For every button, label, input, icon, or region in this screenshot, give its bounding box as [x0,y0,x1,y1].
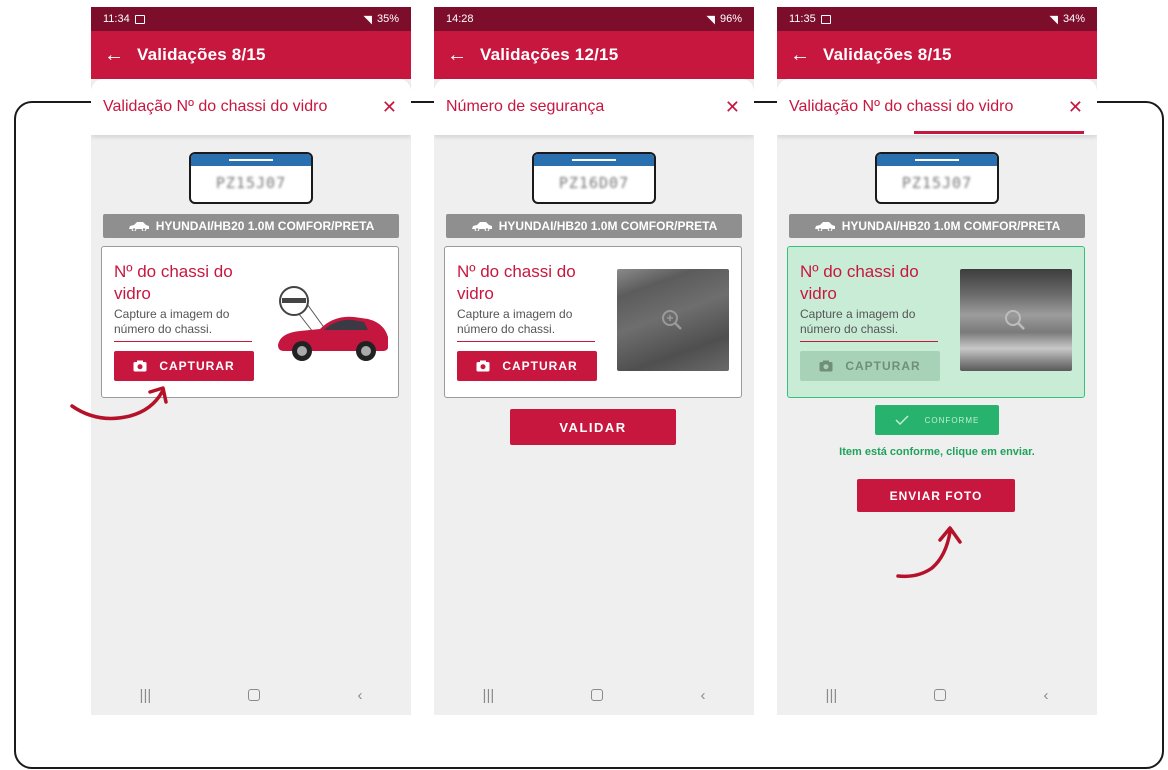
sheet-title: Validação Nº do chassi do vidro [103,98,328,115]
captured-photo-thumbnail[interactable] [617,269,729,371]
close-icon[interactable]: ✕ [1068,98,1083,116]
nav-home-icon[interactable] [934,689,947,701]
close-icon[interactable]: ✕ [725,98,740,116]
sheet-header: Validação Nº do chassi do vidro ✕ [91,79,411,135]
license-plate: PZ16D07 [532,152,656,204]
nav-home-icon[interactable] [591,689,604,701]
capture-button[interactable]: CAPTURAR [114,351,254,381]
capture-label: CAPTURAR [159,359,235,373]
car-illustration [272,283,392,369]
system-nav-bar: ||| ‹ [777,675,1097,715]
vehicle-label: HYUNDAI/HB20 1.0M COMFOR/PRETA [841,219,1061,233]
app-bar: ← Validações 8/15 [777,31,1097,79]
chassis-card-approved: Nº do chassi do vidro Capture a imagem d… [787,246,1085,398]
camera-icon [476,360,490,372]
app-bar: ← Validações 12/15 [434,31,754,79]
car-icon [814,221,836,231]
phone-screen-3: 11:35 ◥ 34% ← Validações 8/15 Validação … [777,7,1097,715]
sheet-header: Número de segurança ✕ [434,79,754,135]
send-photo-button[interactable]: ENVIAR FOTO [857,479,1015,512]
nav-recents-icon[interactable]: ||| [140,687,152,704]
card-subtitle: Capture a imagem do número do chassi. [800,307,916,336]
annotation-arrow-1 [70,386,168,421]
capture-button[interactable]: CAPTURAR [457,351,597,381]
status-battery: 96% [719,13,742,25]
status-time: 11:35 [789,13,816,25]
license-plate: PZ15J07 [875,152,999,204]
status-bar: 11:34 ◥ 35% [91,7,411,31]
plate-number-blurred: PZ16D07 [558,174,630,192]
gallery-icon [820,14,831,24]
nav-back-icon[interactable]: ‹ [1043,687,1048,704]
chassis-card: Nº do chassi do vidro Capture a imagem d… [444,246,742,398]
close-icon[interactable]: ✕ [382,98,397,116]
chassis-card: Nº do chassi do vidro Capture a imagem d… [101,246,399,398]
phone-screen-2: 14:28 ◥ 96% ← Validações 12/15 Número de… [434,7,754,715]
nav-back-icon[interactable]: ‹ [700,687,705,704]
annotation-arrow-2 [896,526,962,579]
app-title: Validações 8/15 [137,45,266,64]
sheet-header: Validação Nº do chassi do vidro ✕ [777,79,1097,135]
card-divider [800,341,938,342]
vehicle-info-bar: HYUNDAI/HB20 1.0M COMFOR/PRETA [446,214,742,238]
gallery-icon [134,14,145,24]
plate-number-blurred: PZ15J07 [215,174,287,192]
zoom-icon [1002,307,1028,338]
camera-icon [819,360,833,372]
system-nav-bar: ||| ‹ [91,675,411,715]
status-bar: 14:28 ◥ 96% [434,7,754,31]
signal-icon: ◥ [706,13,715,26]
validate-button[interactable]: VALIDAR [510,409,676,445]
nav-home-icon[interactable] [248,689,261,701]
capture-button-disabled: CAPTURAR [800,351,940,381]
nav-recents-icon[interactable]: ||| [826,687,838,704]
status-time: 11:34 [103,13,130,25]
captured-photo-thumbnail[interactable] [960,269,1072,371]
vehicle-label: HYUNDAI/HB20 1.0M COMFOR/PRETA [155,219,375,233]
vehicle-info-bar: HYUNDAI/HB20 1.0M COMFOR/PRETA [103,214,399,238]
plate-number-blurred: PZ15J07 [901,174,973,192]
vehicle-info-bar: HYUNDAI/HB20 1.0M COMFOR/PRETA [789,214,1085,238]
zoom-icon [659,307,685,338]
conforme-message: Item está conforme, clique em enviar. [839,446,1035,458]
sheet-title: Validação Nº do chassi do vidro [789,98,1014,115]
header-accent-line [914,131,1084,134]
sheet-title: Número de segurança [446,98,605,115]
conforme-badge: CONFORME [875,405,999,435]
nav-recents-icon[interactable]: ||| [483,687,495,704]
app-title: Validações 12/15 [480,45,619,64]
status-bar: 11:35 ◥ 34% [777,7,1097,31]
card-divider [457,341,595,342]
back-arrow-icon[interactable]: ← [777,31,823,79]
card-title: Nº do chassi do vidro [800,262,919,303]
card-subtitle: Capture a imagem do número do chassi. [457,307,573,336]
signal-icon: ◥ [363,13,372,26]
status-battery: 34% [1062,13,1085,25]
signal-icon: ◥ [1049,13,1058,26]
capture-label: CAPTURAR [845,359,921,373]
app-title: Validações 8/15 [823,45,952,64]
car-icon [471,221,493,231]
status-time: 14:28 [446,13,474,25]
card-subtitle: Capture a imagem do número do chassi. [114,307,230,336]
back-arrow-icon[interactable]: ← [434,31,480,79]
vehicle-label: HYUNDAI/HB20 1.0M COMFOR/PRETA [498,219,718,233]
camera-icon [133,360,147,372]
conforme-label: CONFORME [924,415,980,425]
status-battery: 35% [376,13,399,25]
phone-screen-1: 11:34 ◥ 35% ← Validações 8/15 Validação … [91,7,411,715]
car-icon [128,221,150,231]
card-divider [114,341,252,342]
back-arrow-icon[interactable]: ← [91,31,137,79]
card-title: Nº do chassi do vidro [114,262,233,303]
nav-back-icon[interactable]: ‹ [357,687,362,704]
check-icon [895,415,909,425]
license-plate: PZ15J07 [189,152,313,204]
capture-label: CAPTURAR [502,359,578,373]
card-title: Nº do chassi do vidro [457,262,576,303]
system-nav-bar: ||| ‹ [434,675,754,715]
app-bar: ← Validações 8/15 [91,31,411,79]
